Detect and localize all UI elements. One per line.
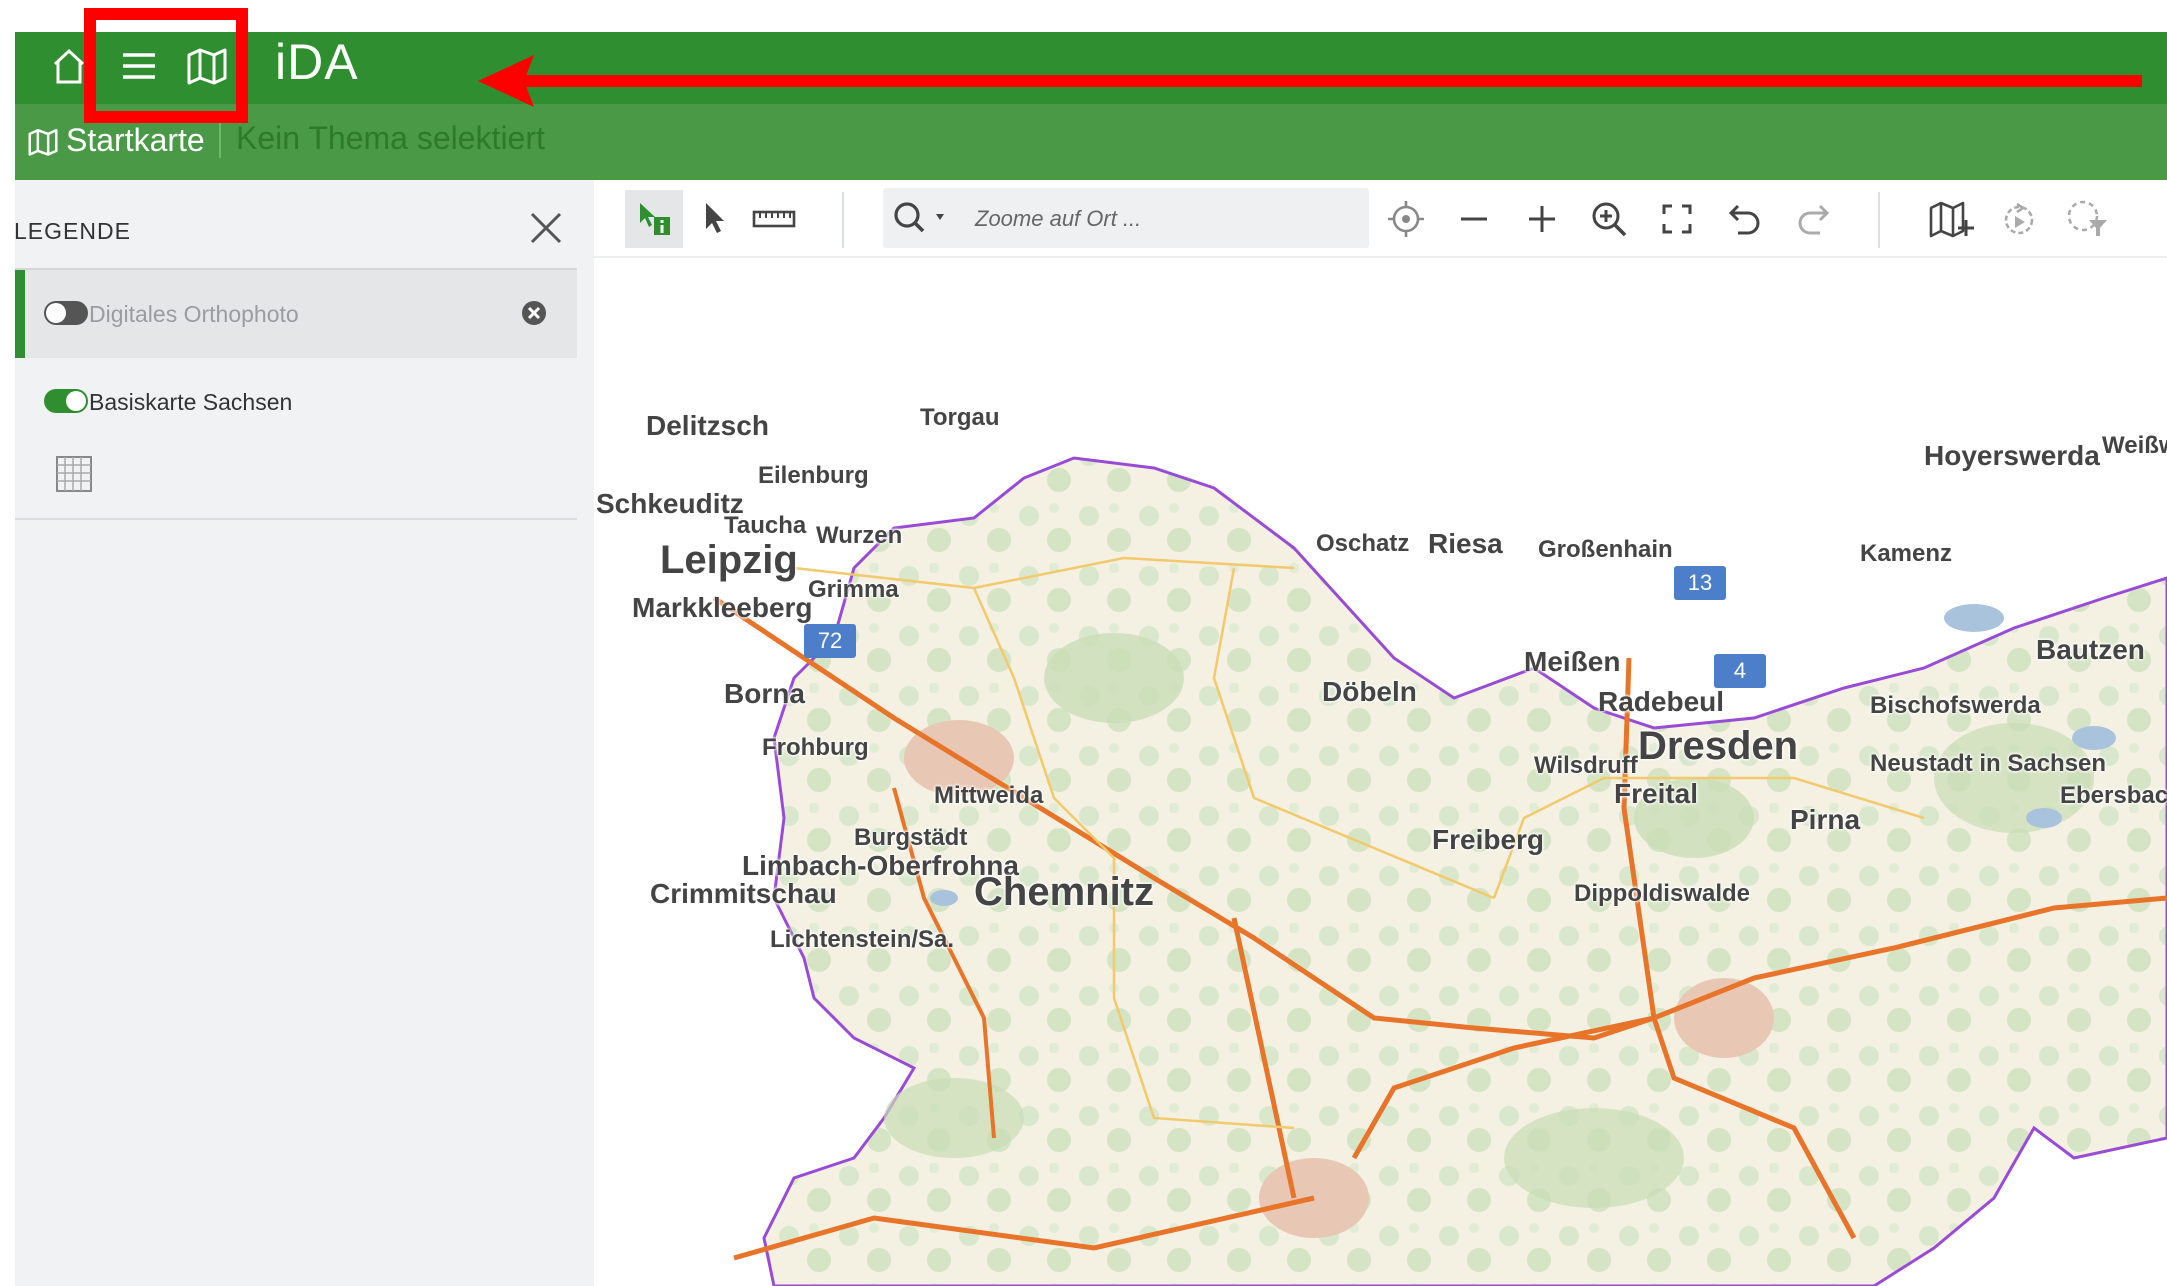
map-label: Bautzen [2036, 634, 2145, 665]
map-label: Meißen [1524, 646, 1621, 677]
active-layer-indicator [15, 270, 25, 358]
map-label: Großenhain [1538, 536, 1673, 563]
annotation-arrow-head [478, 55, 534, 107]
remove-layer-icon[interactable] [520, 299, 548, 327]
legend-title: LEGENDE [14, 218, 131, 244]
search-placeholder: Zoome auf Ort ... [975, 206, 1142, 231]
map-label: Dresden [1638, 724, 1799, 768]
breadcrumb-startkarte[interactable]: Startkarte [66, 122, 205, 159]
map-label: Frohburg [762, 734, 869, 761]
app-title: iDA [275, 34, 359, 90]
map-label: Markkleeberg [632, 592, 813, 623]
close-icon[interactable] [526, 208, 566, 248]
map-label: Radebeul [1598, 686, 1725, 717]
map-label: Döbeln [1322, 676, 1417, 707]
map-label: Borna [724, 678, 805, 709]
pointer-icon[interactable] [686, 190, 744, 248]
highway-shield: 13 [1674, 566, 1726, 600]
map-label: Weißw [2102, 432, 2167, 459]
map-label: Burgstädt [854, 824, 968, 851]
map-label: Torgau [920, 404, 1000, 431]
zoom-out-icon[interactable] [1445, 190, 1503, 248]
map-label: Eilenburg [758, 462, 869, 489]
zoom-search-icon[interactable] [1580, 190, 1638, 248]
map-label: Chemnitz [974, 870, 1154, 914]
redo-icon[interactable] [1784, 190, 1842, 248]
ruler-icon[interactable] [745, 190, 803, 248]
home-icon[interactable] [50, 44, 88, 88]
map-label: Crimmitschau [650, 878, 837, 909]
layer-label-orthophoto: Digitales Orthophoto [89, 301, 299, 327]
info-select-icon[interactable] [625, 190, 683, 248]
map-label: Dippoldiswalde [1574, 880, 1751, 907]
map-label: Schkeuditz [596, 488, 744, 519]
undo-icon[interactable] [1716, 190, 1774, 248]
table-icon[interactable] [55, 455, 93, 493]
map-label: Pirna [1790, 804, 1861, 835]
map-label: Mittweida [934, 782, 1044, 809]
map-label: Leipzig [660, 538, 798, 582]
map-label: Wurzen [816, 522, 903, 549]
map-label: Bischofswerda [1870, 692, 2041, 719]
map-label: Grimma [808, 576, 899, 603]
zoom-in-icon[interactable] [1513, 190, 1571, 248]
filter-select-icon[interactable] [2058, 190, 2116, 248]
map-label: Wilsdruff [1534, 752, 1638, 779]
layer-toggle-orthophoto[interactable] [44, 301, 88, 325]
map-label: Hoyerswerda [1924, 440, 2100, 471]
legend-row-divider [15, 518, 577, 520]
map-label: Oschatz [1316, 530, 1410, 557]
map-label: Delitzsch [646, 410, 769, 441]
map-label: Lichtenstein/Sa. [770, 926, 955, 953]
search-icon[interactable] [892, 200, 952, 236]
map-label: Freiberg [1432, 824, 1545, 855]
toolbar-separator [1878, 192, 1880, 248]
highway-shield: 72 [804, 624, 856, 658]
toolbar-separator [842, 192, 844, 248]
map-label: Taucha [724, 512, 807, 539]
highlight-box [84, 8, 248, 123]
add-map-icon[interactable] [1922, 190, 1980, 248]
layer-label-basiskarte: Basiskarte Sachsen [89, 389, 293, 415]
rotate-icon[interactable] [1990, 190, 2048, 248]
locate-icon[interactable] [1377, 190, 1435, 248]
map-label: Freital [1614, 778, 1699, 809]
theme-selector[interactable]: Kein Thema selektiert [236, 120, 545, 157]
annotation-arrow-line [512, 75, 2142, 87]
highway-shield: 4 [1714, 654, 1766, 688]
map-view[interactable]: Delitzsch Torgau Eilenburg Schkeuditz Ta… [594, 258, 2167, 1286]
map-label: Neustadt in Sachsen [1870, 750, 2107, 777]
map-label: Riesa [1428, 528, 1503, 559]
fullscreen-icon[interactable] [1648, 190, 1706, 248]
map-icon [26, 126, 60, 158]
breadcrumb-separator [219, 122, 221, 158]
map-label: Ebersbac [2060, 782, 2167, 809]
layer-toggle-basiskarte[interactable] [44, 389, 88, 413]
map-label: Kamenz [1860, 540, 1953, 567]
